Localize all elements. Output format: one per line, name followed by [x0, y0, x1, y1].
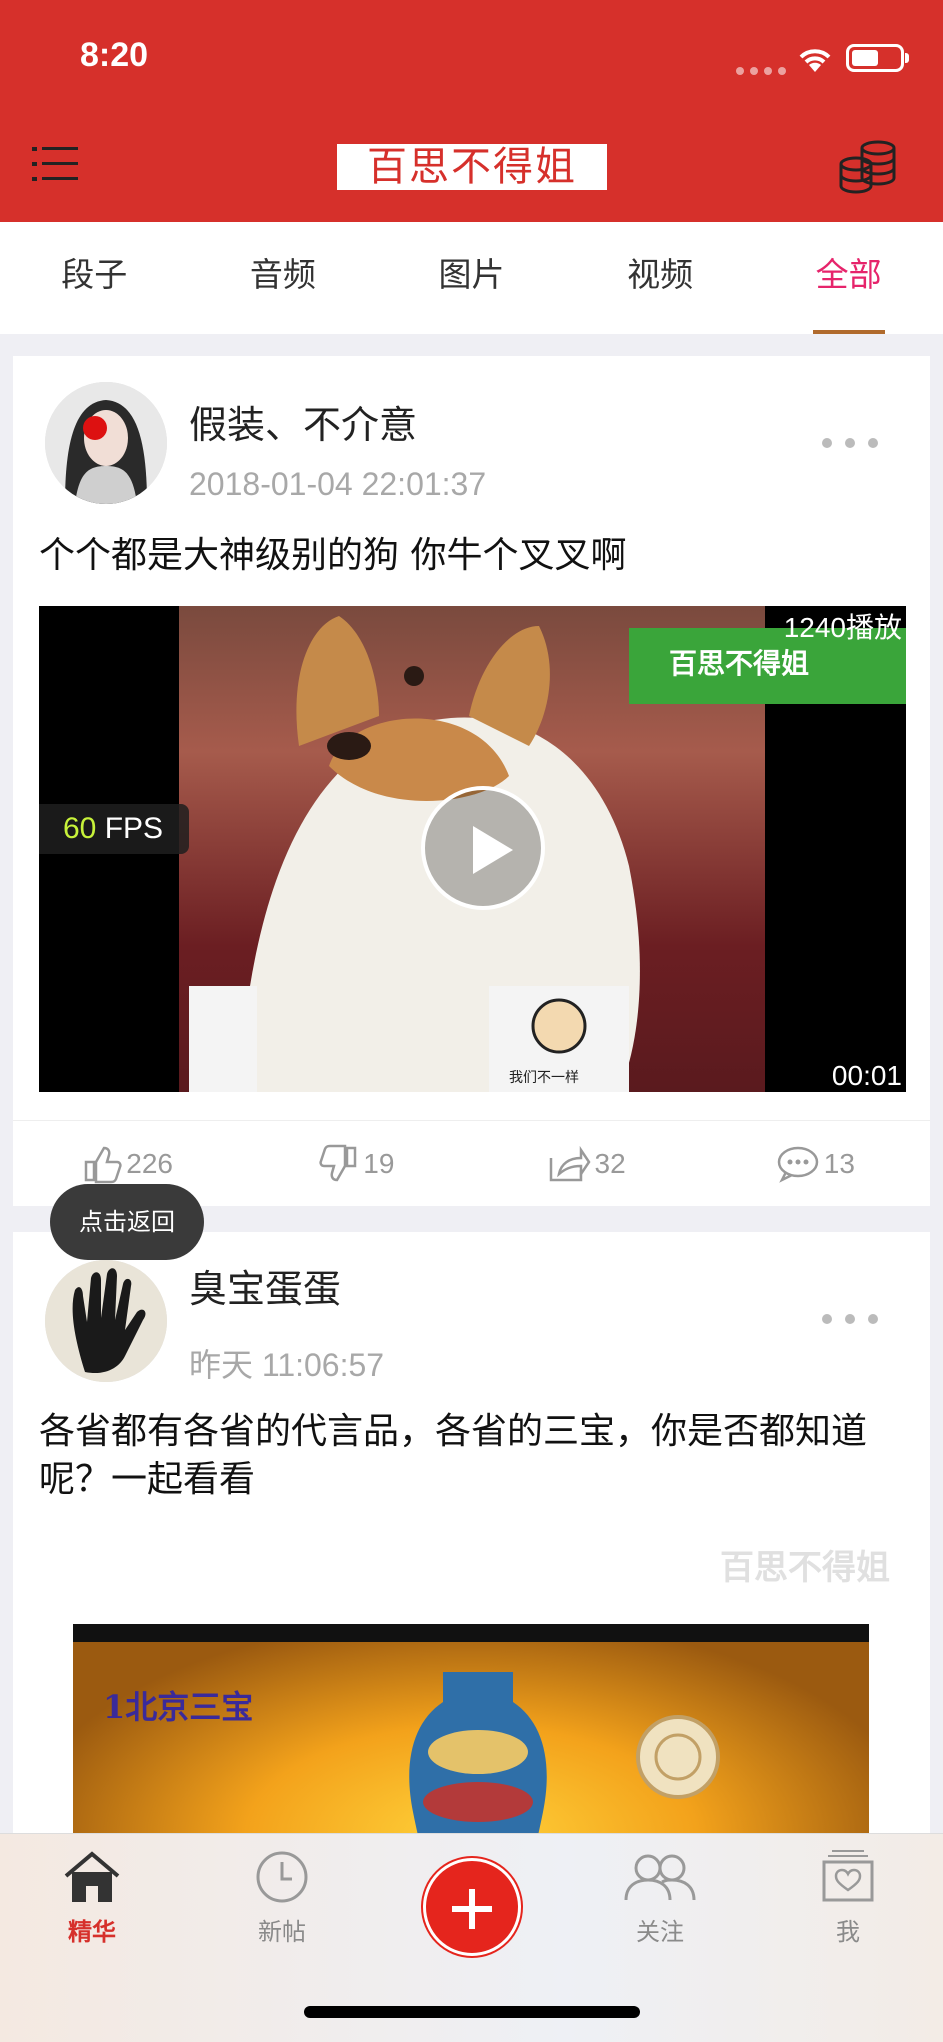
avatar[interactable] — [45, 1260, 167, 1382]
comment-icon — [777, 1146, 819, 1183]
username[interactable]: 假装、不介意 — [189, 394, 417, 449]
tab-all[interactable]: 全部 — [754, 222, 943, 334]
clock-icon — [256, 1851, 308, 1903]
video-duration: 00:01 — [831, 1060, 902, 1091]
profile-icon — [822, 1850, 874, 1902]
image-watermark: 百思不得姐 — [720, 1548, 890, 1588]
more-options-button[interactable] — [822, 1314, 878, 1326]
tab-new-posts-label: 新帖 — [258, 1918, 306, 1946]
tab-videos[interactable]: 视频 — [566, 222, 755, 334]
fps-indicator: 60 FPS — [39, 804, 189, 854]
tab-me[interactable]: 我 — [788, 1850, 908, 1947]
comment-count: 13 — [823, 1147, 855, 1179]
video-watermark-text: 百思不得姐 — [669, 647, 810, 680]
tab-essence-label: 精华 — [68, 1918, 116, 1946]
back-tooltip[interactable]: 点击返回 — [50, 1184, 204, 1260]
dislike-button[interactable]: 19 — [242, 1121, 471, 1206]
home-indicator — [304, 2006, 640, 2018]
tab-me-label: 我 — [836, 1918, 860, 1946]
share-icon — [549, 1145, 591, 1181]
share-button[interactable]: 32 — [472, 1121, 701, 1206]
friends-icon — [624, 1854, 696, 1901]
wifi-icon — [799, 49, 831, 72]
post-card: 假装、不介意 2018-01-04 22:01:37 个个都是大神级别的狗 你牛… — [13, 356, 930, 1206]
tab-following-label: 关注 — [636, 1918, 684, 1946]
post-time: 昨天 11:06:57 — [189, 1347, 385, 1383]
post-text: 各省都有各省的代言品，各省的三宝，你是否都知道呢？一起看看 — [39, 1411, 868, 1500]
play-count: 1240播放 — [783, 612, 902, 643]
share-count: 32 — [594, 1147, 626, 1179]
category-tabs: 段子 音频 图片 视频 全部 — [0, 222, 943, 334]
ivory-ball-illustration — [636, 1715, 720, 1799]
tab-essence[interactable]: 精华 — [32, 1850, 152, 1947]
fps-value: 60 — [63, 812, 97, 845]
tab-pictures[interactable]: 图片 — [377, 222, 566, 334]
comment-button[interactable]: 13 — [701, 1121, 930, 1206]
status-time: 8:20 — [80, 36, 149, 74]
signal-icon — [736, 60, 792, 79]
post-time: 2018-01-04 22:01:37 — [189, 466, 487, 502]
app-title: 百思不得姐 — [337, 144, 607, 190]
video-overlay-caption: 我们不一样 — [509, 1070, 579, 1086]
navigation-bar: 8:20 百思不得姐 — [0, 0, 943, 222]
post-card: 臭宝蛋蛋 昨天 11:06:57 各省都有各省的代言品，各省的三宝，你是否都知道… — [13, 1232, 930, 1884]
dislike-count: 19 — [363, 1147, 395, 1179]
video-player[interactable]: 我们不一样 百思不得姐 1240播放 60 FPS 00:01 — [39, 606, 906, 1092]
fps-unit: FPS — [104, 812, 164, 845]
tab-following[interactable]: 关注 — [600, 1850, 720, 1947]
thumbs-down-icon — [319, 1144, 357, 1181]
thumbs-up-icon — [85, 1146, 122, 1183]
menu-icon[interactable] — [32, 144, 80, 184]
publish-button[interactable] — [423, 1858, 521, 1956]
tab-audio[interactable]: 音频 — [189, 222, 378, 334]
avatar[interactable] — [45, 382, 167, 504]
image-caption: 1北京三宝 — [103, 1688, 254, 1726]
play-icon[interactable] — [421, 786, 545, 910]
username[interactable]: 臭宝蛋蛋 — [189, 1258, 341, 1313]
post-text: 个个都是大神级别的狗 你牛个叉叉啊 — [39, 535, 627, 576]
home-icon — [64, 1851, 120, 1902]
more-options-button[interactable] — [822, 438, 878, 450]
tab-new-posts[interactable]: 新帖 — [222, 1850, 342, 1947]
like-count: 226 — [126, 1147, 173, 1179]
tab-jokes[interactable]: 段子 — [0, 222, 189, 334]
coins-icon[interactable] — [838, 138, 898, 194]
battery-icon — [846, 44, 909, 72]
